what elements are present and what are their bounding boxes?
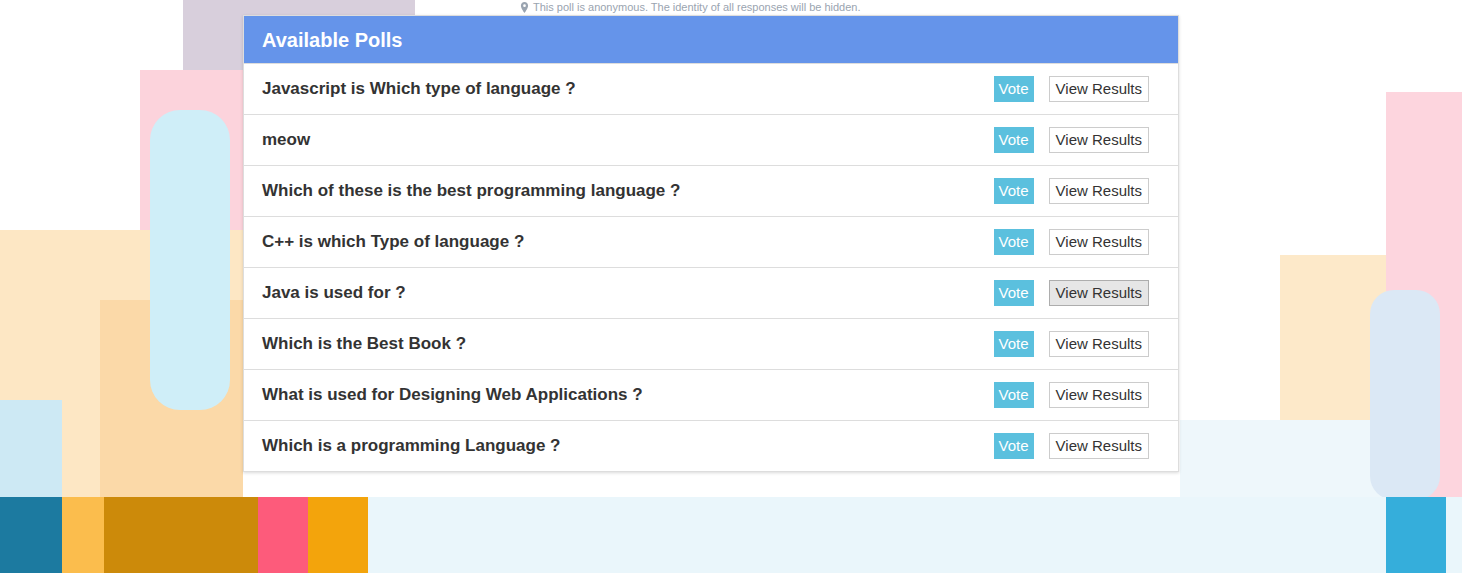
polls-panel: Available Polls Javascript is Which type… bbox=[243, 15, 1179, 472]
vote-button[interactable]: Vote bbox=[994, 178, 1034, 204]
view-results-button[interactable]: View Results bbox=[1049, 127, 1149, 153]
bg-block bbox=[308, 497, 368, 573]
view-results-button[interactable]: View Results bbox=[1049, 178, 1149, 204]
poll-actions: Vote View Results bbox=[994, 76, 1149, 102]
poll-row: meow Vote View Results bbox=[244, 114, 1178, 165]
bg-block bbox=[1180, 420, 1386, 500]
vote-button[interactable]: Vote bbox=[994, 229, 1034, 255]
poll-question: Which is the Best Book ? bbox=[262, 331, 466, 357]
poll-actions: Vote View Results bbox=[994, 127, 1149, 153]
poll-question: Which is a programming Language ? bbox=[262, 433, 560, 459]
vote-button[interactable]: Vote bbox=[994, 382, 1034, 408]
person-figure bbox=[150, 110, 230, 410]
view-results-button[interactable]: View Results bbox=[1049, 229, 1149, 255]
poll-list: Javascript is Which type of language ? Vo… bbox=[244, 63, 1178, 471]
poll-question: Which of these is the best programming l… bbox=[262, 178, 680, 204]
poll-actions: Vote View Results bbox=[994, 331, 1149, 357]
poll-question: Java is used for ? bbox=[262, 280, 406, 306]
vote-button[interactable]: Vote bbox=[994, 76, 1034, 102]
view-results-button[interactable]: View Results bbox=[1049, 76, 1149, 102]
vote-button[interactable]: Vote bbox=[994, 280, 1034, 306]
bg-block bbox=[0, 497, 62, 573]
anonymous-notice: This poll is anonymous. The identity of … bbox=[0, 0, 1462, 15]
pin-icon bbox=[520, 2, 529, 13]
view-results-button[interactable]: View Results bbox=[1049, 331, 1149, 357]
poll-row: C++ is which Type of language ? Vote View … bbox=[244, 216, 1178, 267]
notice-text: This poll is anonymous. The identity of … bbox=[533, 2, 861, 13]
bg-block bbox=[62, 497, 104, 573]
panel-header: Available Polls bbox=[244, 16, 1178, 63]
poll-row: Javascript is Which type of language ? Vo… bbox=[244, 63, 1178, 114]
poll-row: Java is used for ? Vote View Results bbox=[244, 267, 1178, 318]
bg-block bbox=[0, 400, 62, 500]
view-results-button[interactable]: View Results bbox=[1049, 382, 1149, 408]
poll-actions: Vote View Results bbox=[994, 229, 1149, 255]
poll-row: Which is a programming Language ? Vote Vie… bbox=[244, 420, 1178, 471]
view-results-button[interactable]: View Results bbox=[1049, 433, 1149, 459]
poll-actions: Vote View Results bbox=[994, 433, 1149, 459]
poll-question: meow bbox=[262, 127, 310, 153]
view-results-button[interactable]: View Results bbox=[1049, 280, 1149, 306]
person-figure bbox=[1370, 290, 1440, 500]
vote-button[interactable]: Vote bbox=[994, 127, 1034, 153]
poll-row: Which of these is the best programming l… bbox=[244, 165, 1178, 216]
poll-row: Which is the Best Book ? Vote View Results bbox=[244, 318, 1178, 369]
poll-row: What is used for Designing Web Applicati… bbox=[244, 369, 1178, 420]
poll-actions: Vote View Results bbox=[994, 382, 1149, 408]
bg-block bbox=[104, 497, 258, 573]
page: This poll is anonymous. The identity of … bbox=[0, 0, 1462, 573]
poll-question: C++ is which Type of language ? bbox=[262, 229, 524, 255]
poll-actions: Vote View Results bbox=[994, 178, 1149, 204]
vote-button[interactable]: Vote bbox=[994, 331, 1034, 357]
poll-question: Javascript is Which type of language ? bbox=[262, 76, 576, 102]
vote-button[interactable]: Vote bbox=[994, 433, 1034, 459]
bg-block bbox=[1386, 497, 1446, 573]
poll-actions: Vote View Results bbox=[994, 280, 1149, 306]
panel-title: Available Polls bbox=[262, 25, 402, 55]
bg-block bbox=[258, 497, 308, 573]
content: This poll is anonymous. The identity of … bbox=[0, 0, 1462, 472]
poll-question: What is used for Designing Web Applicati… bbox=[262, 382, 643, 408]
